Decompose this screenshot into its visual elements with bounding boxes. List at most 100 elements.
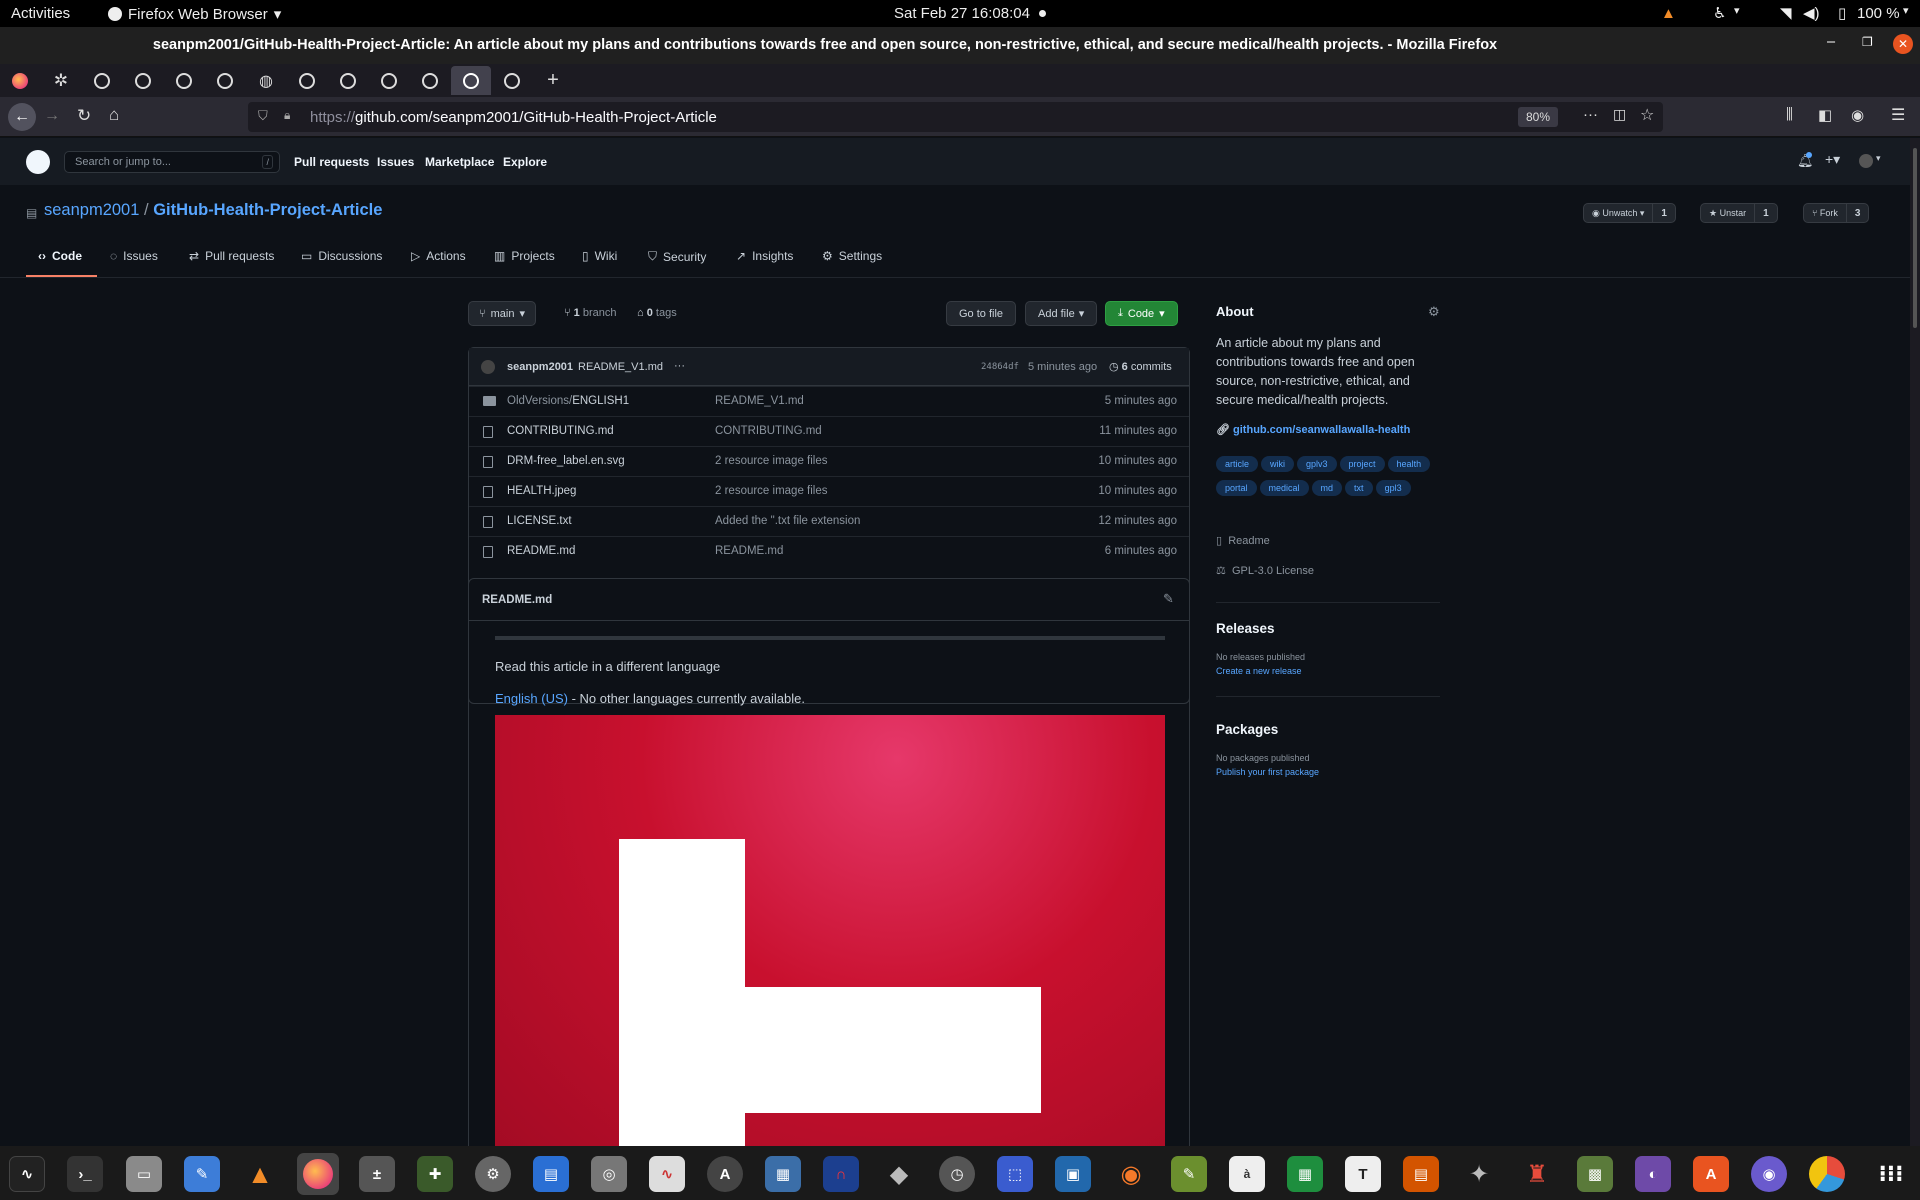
repo-owner-link[interactable]: seanpm2001 (44, 201, 139, 219)
tab-security[interactable]: ⛉ Security (648, 249, 706, 264)
commit-sha[interactable]: 24864df (981, 362, 1019, 372)
files-icon[interactable]: ▭ (126, 1156, 162, 1192)
mario-game-icon[interactable]: ♜ (1519, 1156, 1555, 1192)
license-link[interactable]: ⚖ GPL-3.0 License (1216, 564, 1314, 577)
tab-discussions[interactable]: ▭ Discussions (301, 249, 382, 263)
library-icon[interactable]: ⫼ (1786, 106, 1793, 123)
lock-icon[interactable]: 🔒︎ (284, 108, 290, 123)
repo-name-link[interactable]: GitHub-Health-Project-Article (153, 201, 382, 219)
tab-github-9[interactable] (492, 66, 532, 95)
fork-button[interactable]: ⑂ Fork 3 (1803, 203, 1870, 223)
topic-tag[interactable]: gplv3 (1297, 456, 1337, 472)
readme-title[interactable]: README.md (482, 594, 552, 606)
file-name[interactable]: README.md (507, 545, 575, 557)
author-avatar[interactable] (481, 360, 495, 374)
tab-globe[interactable]: ◍ (246, 66, 286, 95)
english-link[interactable]: English (US) (495, 691, 568, 706)
code-download-button[interactable]: ⤓ Code ▾ (1105, 301, 1178, 326)
activities-button[interactable]: Activities (11, 5, 70, 22)
file-row[interactable]: CONTRIBUTING.md CONTRIBUTING.md 11 minutes… (469, 416, 1189, 446)
calculator-icon[interactable]: ± (359, 1156, 395, 1192)
caret-down-icon[interactable]: ▾ (1903, 4, 1909, 17)
commit-message[interactable]: README_V1.md (578, 361, 663, 373)
image-editor-icon[interactable]: ✎ (1171, 1156, 1207, 1192)
reload-button[interactable]: ↻ (77, 106, 91, 126)
topic-tag[interactable]: medical (1259, 480, 1309, 496)
disk-usage-icon[interactable] (1809, 1156, 1845, 1192)
terminal-icon[interactable]: ›_ (67, 1156, 103, 1192)
tab-github-active[interactable] (451, 66, 491, 95)
file-commit-message[interactable]: README_V1.md (715, 395, 804, 407)
file-row[interactable]: HEALTH.jpeg 2 resource image files 10 minu… (469, 476, 1189, 506)
topic-tag[interactable]: wiki (1261, 456, 1295, 472)
branches-link[interactable]: ⑂ 1 branch (564, 307, 617, 319)
file-name[interactable]: LICENSE.txt (507, 515, 572, 527)
branch-selector[interactable]: ⑂ main ▾ (468, 301, 536, 326)
releases-heading[interactable]: Releases (1216, 621, 1275, 636)
create-new-plus-icon[interactable]: +▾ (1825, 151, 1840, 168)
restore-icon[interactable]: ❐ (1862, 35, 1873, 49)
presentation-icon[interactable]: ▤ (1403, 1156, 1439, 1192)
nav-pull-requests[interactable]: Pull requests (294, 155, 369, 169)
gimp-icon[interactable]: ✦ (1461, 1156, 1497, 1192)
search-input[interactable]: Search or jump to... / (64, 151, 280, 173)
virtualbox-icon[interactable]: ▣ (1055, 1156, 1091, 1192)
pocket-icon[interactable]: ◫ (1613, 106, 1626, 123)
file-row[interactable]: README.md README.md 6 minutes ago (469, 536, 1189, 566)
inkscape-icon[interactable]: A (707, 1156, 743, 1192)
home-button[interactable]: ⌂ (109, 105, 119, 125)
file-name[interactable]: DRM-free_label.en.svg (507, 455, 625, 467)
file-commit-message[interactable]: 2 resource image files (715, 455, 828, 467)
zoom-indicator[interactable]: 80% (1518, 107, 1559, 127)
character-map-icon[interactable]: à (1229, 1156, 1265, 1192)
accessibility-icon[interactable]: ♿ (1713, 4, 1726, 22)
commits-link[interactable]: ◷ 6 commits (1109, 360, 1172, 373)
battery-icon[interactable]: ▯ (1838, 4, 1846, 22)
tab-github-7[interactable] (369, 66, 409, 95)
commit-more-ellipsis[interactable]: ··· (674, 360, 685, 372)
tab-settings[interactable]: ⚙ Settings (822, 249, 882, 263)
puzzle-icon[interactable]: ✚ (417, 1156, 453, 1192)
nav-marketplace[interactable]: Marketplace (425, 155, 494, 169)
writer-icon[interactable]: ▦ (765, 1156, 801, 1192)
document-viewer-icon[interactable]: ▤ (533, 1156, 569, 1192)
packages-heading[interactable]: Packages (1216, 722, 1278, 737)
commit-author[interactable]: seanpm2001 (507, 361, 573, 373)
file-row[interactable]: LICENSE.txt Added the ".txt file extensio… (469, 506, 1189, 536)
clock-app-icon[interactable]: ◷ (939, 1156, 975, 1192)
file-row[interactable]: DRM-free_label.en.svg 2 resource image fi… (469, 446, 1189, 476)
typora-icon[interactable]: T (1345, 1156, 1381, 1192)
file-row[interactable]: OldVersions/ENGLISH1 README_V1.md 5 minute… (469, 386, 1189, 416)
topic-tag[interactable]: health (1387, 456, 1431, 472)
page-actions-icon[interactable]: ··· (1583, 106, 1598, 123)
topic-tag[interactable]: txt (1345, 480, 1373, 496)
image-viewer-icon[interactable]: ◎ (591, 1156, 627, 1192)
star-count[interactable]: 1 (1754, 204, 1777, 222)
back-button[interactable]: ← (8, 103, 36, 131)
tab-issues[interactable]: ◌ Issues (110, 249, 158, 263)
tab-wiki[interactable]: ▯ Wiki (582, 249, 617, 263)
file-commit-message[interactable]: 2 resource image files (715, 485, 828, 497)
topic-tag[interactable]: gpl3 (1375, 480, 1411, 496)
spreadsheet-icon[interactable]: ▦ (1287, 1156, 1323, 1192)
page-scrollbar[interactable] (1910, 138, 1920, 1146)
commit-time[interactable]: 5 minutes ago (1028, 361, 1097, 373)
tab-github-1[interactable] (82, 66, 122, 95)
tab-github-2[interactable] (123, 66, 163, 95)
unstar-button[interactable]: ★ Unstar 1 (1700, 203, 1778, 223)
tab-github-8[interactable] (410, 66, 450, 95)
vlc-icon[interactable]: ▲ (242, 1156, 278, 1192)
new-tab-button[interactable]: + (533, 66, 573, 95)
minecraft-icon[interactable]: ▩ (1577, 1156, 1613, 1192)
screenshot-icon[interactable]: ⬚ (997, 1156, 1033, 1192)
fork-count[interactable]: 3 (1845, 204, 1869, 222)
publish-package-link[interactable]: Publish your first package (1216, 767, 1319, 777)
blender-icon[interactable]: ◉ (1113, 1156, 1149, 1192)
bookmark-star-icon[interactable]: ☆ (1640, 105, 1654, 125)
app-menu[interactable]: Firefox Web Browser ▾ (108, 5, 281, 23)
toggle-app-icon[interactable]: ◐ (1635, 1156, 1671, 1192)
file-name[interactable]: HEALTH.jpeg (507, 485, 576, 497)
waveform-icon[interactable]: ∿ (649, 1156, 685, 1192)
file-commit-message[interactable]: README.md (715, 545, 783, 557)
text-editor-icon[interactable]: ✎ (184, 1156, 220, 1192)
